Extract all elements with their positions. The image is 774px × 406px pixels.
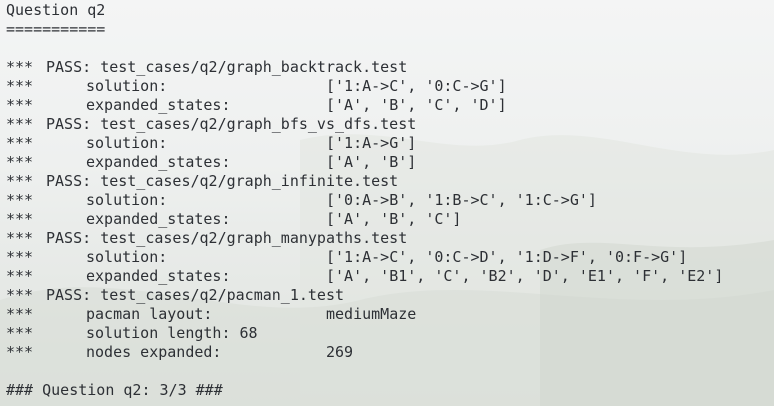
test-field-line: *** nodes expanded: 269 [6,343,770,362]
line-prefix: *** [6,58,34,76]
test-path: test_cases/q2/graph_infinite.test [100,172,399,190]
field-value: ['A', 'B'] [326,153,417,171]
field-key: solution: [86,191,168,209]
field-value: ['A', 'B1', 'C', 'B2', 'D', 'E1', 'F', '… [326,267,724,285]
line-prefix: *** [6,229,34,247]
field-key: expanded_states: [86,210,231,228]
test-field-line: *** expanded_states: ['A', 'B', 'C', 'D'] [6,96,770,115]
line-prefix: *** [6,191,34,209]
test-result-line: *** PASS: test_cases/q2/graph_backtrack.t… [6,58,770,77]
line-prefix: *** [6,210,34,228]
pass-status: PASS: [46,172,92,190]
terminal-output: Question q2 =========== *** PASS: test_ca… [6,1,770,400]
field-key: expanded_states: [86,96,231,114]
test-result-line: *** PASS: test_cases/q2/graph_infinite.te… [6,172,770,191]
field-value: ['A', 'B', 'C', 'D'] [326,96,507,114]
test-result-line: *** PASS: test_cases/q2/graph_bfs_vs_dfs.… [6,115,770,134]
line-prefix: *** [6,324,34,342]
line-prefix: *** [6,96,34,114]
pass-status: PASS: [46,58,92,76]
line-prefix: *** [6,77,34,95]
line-prefix: *** [6,267,34,285]
field-value: ['0:A->B', '1:B->C', '1:C->G'] [326,191,597,209]
test-field-line: *** expanded_states: ['A', 'B'] [6,153,770,172]
title-underline: =========== [6,20,106,38]
test-field-line: *** solution: ['0:A->B', '1:B->C', '1:C->G… [6,191,770,210]
line-prefix: *** [6,305,34,323]
test-path: test_cases/q2/pacman_1.test [100,286,345,304]
test-field-line: *** solution: ['1:A->G'] [6,134,770,153]
test-result-line: *** PASS: test_cases/q2/pacman_1.test [6,286,770,305]
pass-status: PASS: [46,115,92,133]
test-path: test_cases/q2/graph_manypaths.test [100,229,408,247]
test-field-line: *** expanded_states: ['A', 'B', 'C'] [6,210,770,229]
line-prefix: *** [6,286,34,304]
pass-status: PASS: [46,286,92,304]
question-title: Question q2 [6,1,106,19]
field-key: solution: [86,248,168,266]
line-prefix: *** [6,343,34,361]
field-key: solution: [86,77,168,95]
line-prefix: *** [6,248,34,266]
field-key: expanded_states: [86,153,231,171]
line-prefix: *** [6,134,34,152]
line-prefix: *** [6,115,34,133]
test-field-line: *** expanded_states: ['A', 'B1', 'C', 'B2'… [6,267,770,286]
field-value: 269 [326,343,354,361]
question-summary: ### Question q2: 3/3 ### [6,381,223,399]
test-result-line: *** PASS: test_cases/q2/graph_manypaths.t… [6,229,770,248]
field-value: ['A', 'B', 'C'] [326,210,462,228]
line-prefix: *** [6,172,34,190]
test-field-line: *** pacman layout: mediumMaze [6,305,770,324]
test-field-line: *** solution: ['1:A->C', '0:C->G'] [6,77,770,96]
field-key: solution length: 68 [86,324,258,342]
test-path: test_cases/q2/graph_bfs_vs_dfs.test [100,115,417,133]
field-key: nodes expanded: [86,343,222,361]
field-key: pacman layout: [86,305,213,323]
field-key: expanded_states: [86,267,231,285]
field-key: solution: [86,134,168,152]
test-path: test_cases/q2/graph_backtrack.test [100,58,408,76]
test-field-line: *** solution length: 68 [6,324,770,343]
field-value: ['1:A->C', '0:C->G'] [326,77,507,95]
field-value: mediumMaze [326,305,417,323]
field-value: ['1:A->C', '0:C->D', '1:D->F', '0:F->G'] [326,248,688,266]
field-value: ['1:A->G'] [326,134,417,152]
line-prefix: *** [6,153,34,171]
pass-status: PASS: [46,229,92,247]
test-field-line: *** solution: ['1:A->C', '0:C->D', '1:D->F… [6,248,770,267]
